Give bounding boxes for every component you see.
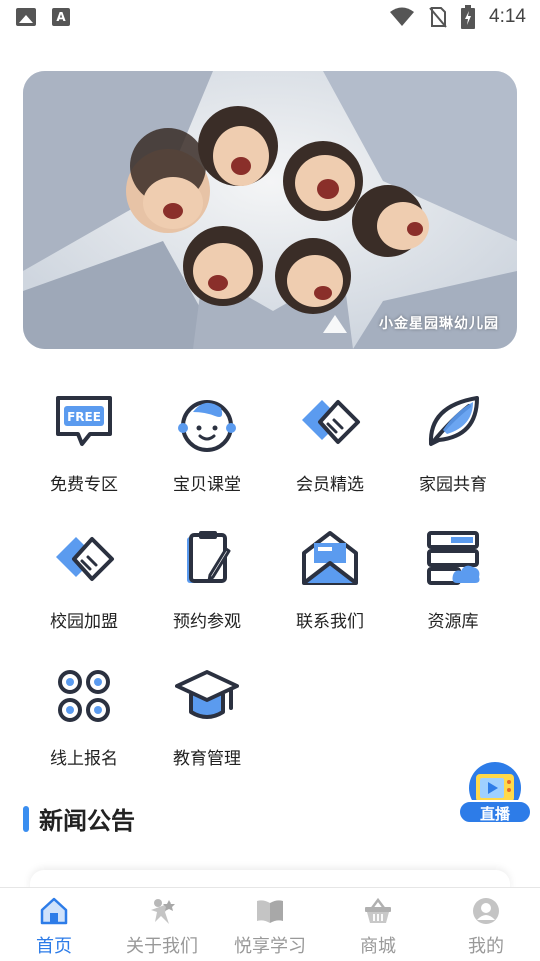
tab-label: 首页 bbox=[36, 936, 72, 957]
bottom-tab-bar: 首页 关于我们 悦享学习 商城 我的 bbox=[0, 887, 540, 961]
tab-shop[interactable]: 商城 bbox=[324, 888, 432, 958]
live-stream-button[interactable]: 直播 bbox=[458, 760, 532, 828]
status-bar: A 4:14 bbox=[0, 0, 540, 36]
free-badge-text: FREE bbox=[67, 410, 101, 424]
clock: 4:14 bbox=[489, 6, 526, 27]
grid-item-campus-join[interactable]: 校园加盟 bbox=[22, 527, 146, 632]
grid-item-baby-class[interactable]: 宝贝课堂 bbox=[145, 390, 269, 495]
grid-label: 教育管理 bbox=[173, 749, 241, 769]
grid-item-book-visit[interactable]: 预约参观 bbox=[145, 527, 269, 632]
banner-carousel[interactable]: 小金星园琳幼儿园 bbox=[23, 71, 517, 349]
baby-face-icon bbox=[178, 400, 236, 452]
tab-enjoy-learning[interactable]: 悦享学习 bbox=[216, 888, 324, 958]
grid-item-member-picks[interactable]: 会员精选 bbox=[268, 390, 392, 495]
font-a-icon: A bbox=[52, 8, 70, 26]
grid-item-free-zone[interactable]: FREE 免费专区 bbox=[22, 390, 146, 495]
image-icon bbox=[16, 8, 36, 26]
live-label: 直播 bbox=[458, 800, 532, 824]
grid-label: 线上报名 bbox=[50, 749, 118, 769]
grid-label: 校园加盟 bbox=[50, 612, 118, 632]
grid-label: 宝贝课堂 bbox=[173, 475, 241, 495]
user-icon bbox=[473, 898, 499, 924]
leaf-icon bbox=[428, 396, 479, 446]
tab-label: 关于我们 bbox=[126, 936, 198, 957]
news-section-title: 新闻公告 bbox=[39, 807, 135, 835]
grid-label: 联系我们 bbox=[296, 612, 364, 632]
no-sim-icon bbox=[429, 7, 447, 28]
grid-label: 预约参观 bbox=[173, 612, 241, 632]
home-icon bbox=[40, 897, 68, 925]
grid-item-online-signup[interactable]: 线上报名 bbox=[22, 664, 146, 769]
envelope-icon bbox=[302, 531, 358, 585]
wifi-icon bbox=[390, 7, 415, 26]
grid-item-education-management[interactable]: 教育管理 bbox=[145, 664, 269, 769]
tab-label: 商城 bbox=[360, 936, 396, 957]
grid-item-home-school[interactable]: 家园共育 bbox=[391, 390, 515, 495]
cloud-server-icon bbox=[427, 531, 480, 585]
grid-item-contact-us[interactable]: 联系我们 bbox=[268, 527, 392, 632]
basket-icon bbox=[365, 897, 391, 923]
news-accent-bar bbox=[23, 806, 29, 832]
tab-about-us[interactable]: 关于我们 bbox=[108, 888, 216, 958]
banner-image bbox=[23, 71, 517, 349]
book-icon bbox=[257, 900, 283, 923]
tab-label: 悦享学习 bbox=[234, 936, 306, 957]
grid-label: 免费专区 bbox=[50, 475, 118, 495]
tab-home[interactable]: 首页 bbox=[0, 888, 108, 958]
banner-caption: 小金星园琳幼儿园 bbox=[379, 316, 499, 332]
apps-grid-icon bbox=[58, 670, 110, 722]
tab-label: 我的 bbox=[468, 936, 504, 957]
clipboard-pen-icon bbox=[187, 531, 231, 583]
grid-item-resource-library[interactable]: 资源库 bbox=[391, 527, 515, 632]
handshake-icon bbox=[302, 400, 360, 444]
free-badge-icon: FREE bbox=[56, 396, 112, 446]
grid-label: 家园共育 bbox=[419, 475, 487, 495]
handshake-icon bbox=[56, 537, 114, 581]
star-person-icon bbox=[151, 899, 175, 924]
graduation-cap-icon bbox=[175, 670, 239, 719]
battery-charging-icon bbox=[461, 5, 476, 29]
tab-mine[interactable]: 我的 bbox=[432, 888, 540, 958]
grid-label: 会员精选 bbox=[296, 475, 364, 495]
grid-label: 资源库 bbox=[427, 612, 479, 632]
